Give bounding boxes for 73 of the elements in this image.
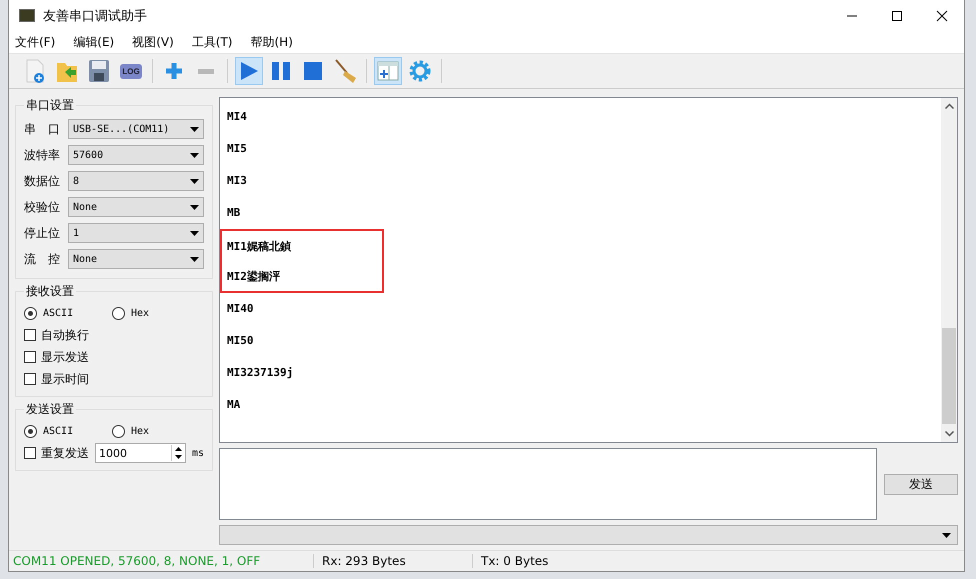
radio-option[interactable]: Hex [112, 424, 174, 438]
scrollbar-thumb[interactable] [942, 328, 956, 424]
field-label: 波特率 [24, 146, 61, 164]
group-title: 接收设置 [25, 283, 75, 300]
window-title: 友善串口调试助手 [43, 8, 147, 24]
connection-status: COM11 OPENED, 57600, 8, NONE, 1, OFF [12, 554, 262, 568]
caret-icon [190, 126, 199, 132]
log-line: MA [227, 398, 240, 411]
field-label: 串 口 [24, 120, 61, 138]
dropdown[interactable]: 8 [68, 171, 204, 191]
checkbox-option[interactable]: 显示时间 [24, 368, 204, 390]
field-label: 校验位 [24, 198, 61, 216]
log-label: LOG [120, 64, 142, 78]
log-line: MI3 [227, 174, 247, 187]
scroll-down-icon [944, 431, 954, 437]
rx-count: Rx: 293 Bytes [313, 554, 472, 568]
radio-option[interactable]: ASCII [24, 306, 86, 320]
menu-item[interactable]: 文件(F) [15, 34, 56, 50]
dropdown[interactable]: None [68, 197, 204, 217]
tx-count: Tx: 0 Bytes [472, 554, 631, 568]
play-icon [238, 60, 260, 82]
send-input-field[interactable] [219, 448, 877, 520]
caret-icon [190, 230, 199, 236]
checkbox-option[interactable]: 显示发送 [24, 346, 204, 368]
menu-item[interactable]: 帮助(H) [250, 34, 293, 50]
scrollbar[interactable] [941, 98, 957, 442]
radio-option[interactable]: Hex [112, 306, 174, 320]
log-line: MI2鍙搁泙 [227, 270, 280, 283]
scroll-up-icon [944, 103, 954, 109]
play-button[interactable] [235, 57, 263, 85]
log-line: MI4 [227, 110, 247, 123]
log-line: MI40 [227, 302, 254, 315]
field-label: 停止位 [24, 224, 61, 242]
interval-spinbox[interactable]: 1000 [94, 443, 186, 463]
close-icon [936, 10, 948, 22]
dropdown[interactable]: 57600 [68, 145, 204, 165]
caret-icon [190, 204, 199, 210]
pause-icon [270, 60, 292, 82]
log-button[interactable]: LOG [117, 57, 145, 85]
log-line: MI50 [227, 334, 254, 347]
stop-icon [302, 60, 324, 82]
group-title: 串口设置 [25, 97, 75, 114]
group-title: 发送设置 [25, 401, 75, 418]
spin-arrows-icon [170, 445, 185, 461]
menu-item[interactable]: 视图(V) [132, 34, 174, 50]
menu-item[interactable]: 工具(T) [192, 34, 232, 50]
view-button[interactable] [374, 57, 402, 85]
unit-label: ms [192, 448, 204, 458]
field-label: 流 控 [24, 250, 61, 268]
log-line: MI1娓稿北鍞 [227, 240, 291, 253]
caret-icon [190, 152, 199, 158]
maximize-icon [890, 10, 902, 22]
plus-icon [163, 60, 185, 82]
checkbox-option[interactable]: 重复发送 [24, 442, 89, 464]
log-line: MI3237139j [227, 366, 294, 379]
checkbox-option[interactable]: 自动换行 [24, 324, 204, 346]
radio-option[interactable]: ASCII [24, 424, 86, 438]
log-line: MI5 [227, 142, 247, 155]
window-icon [376, 59, 400, 83]
caret-icon [190, 178, 199, 184]
app-logo-icon [19, 9, 35, 22]
log-line: MB [227, 206, 240, 219]
caret-icon [190, 256, 199, 262]
dropdown[interactable]: None [68, 249, 204, 269]
minus-icon [198, 68, 214, 74]
broom-icon [333, 58, 357, 84]
dropdown[interactable]: 1 [68, 223, 204, 243]
menu-item[interactable]: 编辑(E) [73, 34, 114, 50]
settings-icon [408, 59, 432, 83]
field-label: 数据位 [24, 172, 61, 190]
send-button[interactable]: 发送 [884, 474, 958, 495]
caret-icon [942, 532, 951, 538]
dropdown[interactable]: USB-SE...(COM11) [68, 119, 204, 139]
